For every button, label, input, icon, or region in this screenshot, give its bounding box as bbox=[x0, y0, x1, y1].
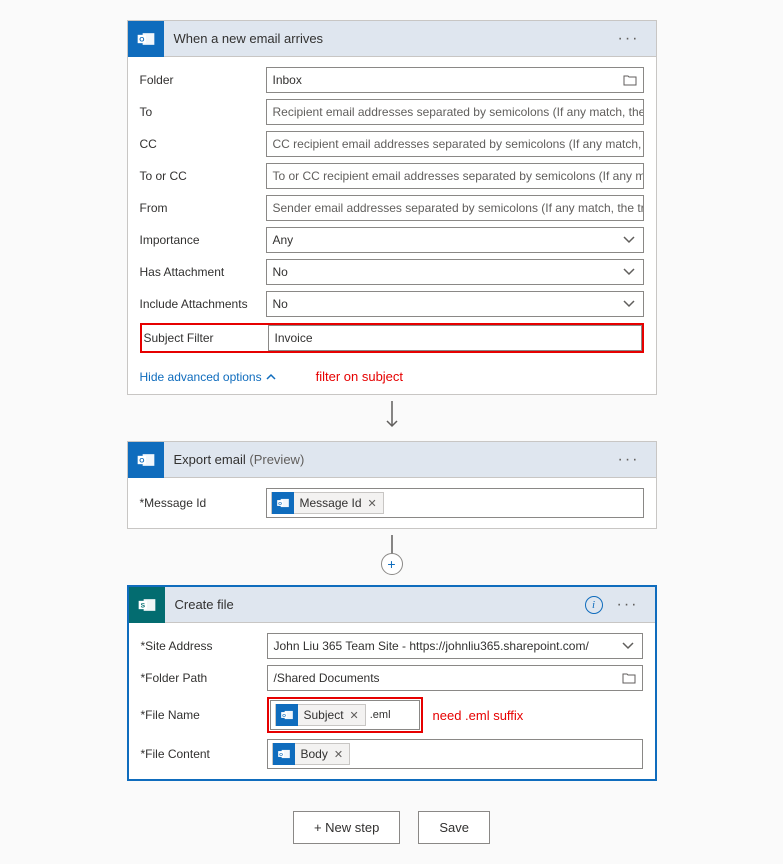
site-label: Site Address bbox=[141, 639, 267, 653]
hasatt-select[interactable]: No bbox=[266, 259, 644, 285]
filename-field[interactable]: O Subject ✕ .eml bbox=[270, 700, 420, 730]
card-body: Site Address John Liu 365 Team Site - ht… bbox=[129, 623, 655, 779]
annotation-filter: filter on subject bbox=[316, 369, 403, 384]
card-title: Export email (Preview) bbox=[164, 452, 612, 467]
outlook-icon: O bbox=[272, 492, 294, 514]
card-menu-icon[interactable]: ··· bbox=[612, 451, 646, 469]
folder-label: Folder bbox=[140, 73, 266, 87]
filename-highlight: O Subject ✕ .eml bbox=[267, 697, 423, 733]
chevron-down-icon bbox=[622, 642, 634, 650]
filecontent-field[interactable]: O Body ✕ bbox=[267, 739, 643, 769]
cc-field[interactable]: CC recipient email addresses separated b… bbox=[266, 131, 644, 157]
outlook-icon: O bbox=[128, 21, 164, 57]
chevron-down-icon bbox=[623, 300, 635, 308]
msgid-token[interactable]: O Message Id ✕ bbox=[271, 492, 384, 514]
card-title: Create file bbox=[165, 597, 585, 612]
svg-text:O: O bbox=[279, 752, 283, 757]
folder-picker-icon[interactable] bbox=[623, 74, 637, 86]
incatt-select[interactable]: No bbox=[266, 291, 644, 317]
sharepoint-icon: S bbox=[129, 587, 165, 623]
annotation-suffix: need .eml suffix bbox=[433, 708, 524, 723]
subject-filter-row-highlight: Subject Filter Invoice bbox=[140, 323, 644, 353]
hasatt-label: Has Attachment bbox=[140, 265, 266, 279]
chevron-down-icon bbox=[623, 236, 635, 244]
export-email-card: O Export email (Preview) ··· Message Id … bbox=[127, 441, 657, 529]
card-menu-icon[interactable]: ··· bbox=[612, 30, 646, 48]
from-field[interactable]: Sender email addresses separated by semi… bbox=[266, 195, 644, 221]
outlook-icon: O bbox=[276, 704, 298, 726]
create-file-card: S Create file i ··· Site Address John Li… bbox=[127, 585, 657, 781]
incatt-label: Include Attachments bbox=[140, 297, 266, 311]
svg-text:S: S bbox=[140, 602, 145, 609]
svg-text:O: O bbox=[139, 457, 144, 464]
filename-label: File Name bbox=[141, 708, 267, 722]
importance-label: Importance bbox=[140, 233, 266, 247]
token-remove-icon[interactable]: ✕ bbox=[368, 497, 377, 510]
site-select[interactable]: John Liu 365 Team Site - https://johnliu… bbox=[267, 633, 643, 659]
new-step-button[interactable]: + New step bbox=[293, 811, 400, 844]
msgid-field[interactable]: O Message Id ✕ bbox=[266, 488, 644, 518]
card-header[interactable]: S Create file i ··· bbox=[129, 587, 655, 623]
svg-text:O: O bbox=[278, 501, 282, 506]
chevron-down-icon bbox=[623, 268, 635, 276]
outlook-icon: O bbox=[128, 442, 164, 478]
card-body: Message Id O Message Id ✕ bbox=[128, 478, 656, 528]
msgid-label: Message Id bbox=[140, 496, 266, 510]
filecontent-label: File Content bbox=[141, 747, 267, 761]
flow-arrow-icon bbox=[384, 401, 400, 431]
info-icon[interactable]: i bbox=[585, 596, 603, 614]
folder-field[interactable]: Inbox bbox=[266, 67, 644, 93]
token-remove-icon[interactable]: ✕ bbox=[350, 709, 359, 722]
trigger-card: O When a new email arrives ··· Folder In… bbox=[127, 20, 657, 395]
cc-label: CC bbox=[140, 137, 266, 151]
outlook-icon: O bbox=[273, 743, 295, 765]
svg-text:O: O bbox=[282, 713, 286, 718]
to-field[interactable]: Recipient email addresses separated by s… bbox=[266, 99, 644, 125]
card-title: When a new email arrives bbox=[164, 31, 612, 46]
folder-picker-icon[interactable] bbox=[622, 672, 636, 684]
save-button[interactable]: Save bbox=[418, 811, 490, 844]
importance-select[interactable]: Any bbox=[266, 227, 644, 253]
toorcc-field[interactable]: To or CC recipient email addresses separ… bbox=[266, 163, 644, 189]
svg-text:O: O bbox=[139, 36, 144, 43]
body-token[interactable]: O Body ✕ bbox=[272, 743, 351, 765]
subfilter-label: Subject Filter bbox=[142, 331, 268, 345]
card-header[interactable]: O Export email (Preview) ··· bbox=[128, 442, 656, 478]
footer: + New step Save bbox=[293, 811, 490, 844]
card-menu-icon[interactable]: ··· bbox=[611, 596, 645, 614]
card-body: Folder Inbox To Recipient email addresse… bbox=[128, 57, 656, 363]
subfilter-field[interactable]: Invoice bbox=[268, 325, 642, 351]
folderpath-field[interactable]: /Shared Documents bbox=[267, 665, 643, 691]
card-header[interactable]: O When a new email arrives ··· bbox=[128, 21, 656, 57]
subject-token[interactable]: O Subject ✕ bbox=[275, 704, 366, 726]
chevron-up-icon bbox=[266, 373, 276, 380]
token-remove-icon[interactable]: ✕ bbox=[334, 748, 343, 761]
from-label: From bbox=[140, 201, 266, 215]
folderpath-label: Folder Path bbox=[141, 671, 267, 685]
toorcc-label: To or CC bbox=[140, 169, 266, 183]
to-label: To bbox=[140, 105, 266, 119]
add-action-button[interactable]: + bbox=[381, 553, 403, 575]
hide-advanced-link[interactable]: Hide advanced options bbox=[140, 370, 276, 384]
